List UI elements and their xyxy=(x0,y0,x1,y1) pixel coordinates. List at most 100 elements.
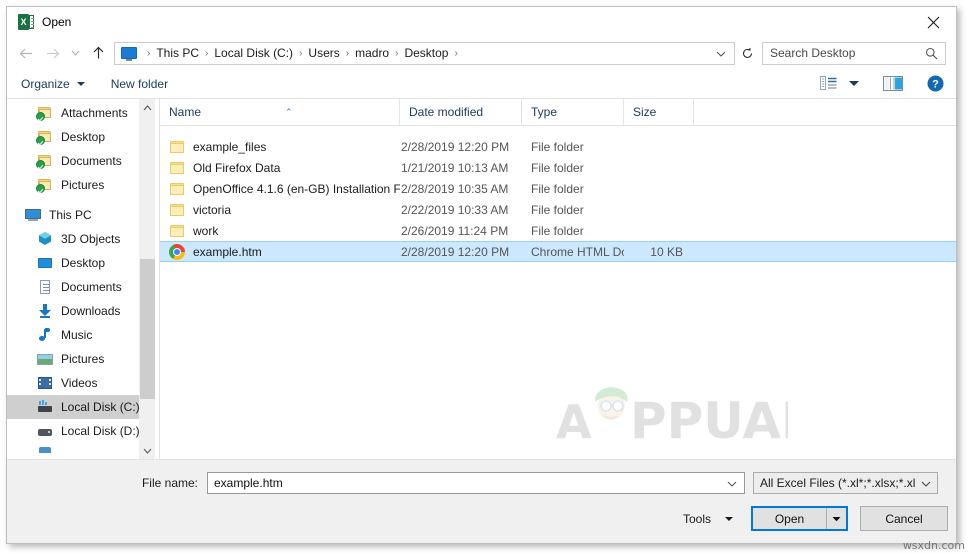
nav-item-pictures-onedrive[interactable]: Pictures xyxy=(7,173,155,197)
nav-item-documents-onedrive[interactable]: Documents xyxy=(7,149,155,173)
breadcrumb-item-users[interactable]: Users xyxy=(307,46,340,60)
appuals-wordmark: PPUALS xyxy=(630,392,788,450)
breadcrumb-separator: › xyxy=(147,47,151,59)
back-arrow-icon[interactable] xyxy=(13,40,39,66)
search-placeholder: Search Desktop xyxy=(770,46,856,60)
dialog-footer: File name: example.htm All Excel Files (… xyxy=(7,460,956,543)
chevron-down-icon[interactable] xyxy=(712,44,734,62)
column-header-type[interactable]: Type xyxy=(522,99,624,125)
navigation-scrollbar[interactable] xyxy=(139,99,155,459)
breadcrumb-separator: › xyxy=(299,47,303,59)
breadcrumb-item-desktop[interactable]: Desktop xyxy=(403,46,449,60)
nav-item-desktop[interactable]: Desktop xyxy=(7,251,155,275)
scrollbar-thumb[interactable] xyxy=(140,259,155,399)
nav-item-label: Desktop xyxy=(61,130,106,144)
3d-objects-icon xyxy=(37,231,53,247)
breadcrumb-item-this-pc[interactable]: This PC xyxy=(155,46,200,60)
file-name-input[interactable]: example.htm xyxy=(207,472,745,494)
search-input[interactable]: Search Desktop xyxy=(762,41,946,65)
nav-item-videos[interactable]: Videos xyxy=(7,371,155,395)
organize-button[interactable]: Organize xyxy=(21,77,85,91)
nav-item-label: 3D Objects xyxy=(61,232,121,246)
sync-folder-icon xyxy=(36,105,53,121)
table-row[interactable]: Old Firefox Data 1/21/2019 10:13 AM File… xyxy=(160,157,956,178)
help-icon[interactable]: ? xyxy=(913,75,946,92)
nav-item-label: Pictures xyxy=(61,178,105,192)
tools-button[interactable]: Tools xyxy=(683,512,733,526)
breadcrumb-item-madro[interactable]: madro xyxy=(354,46,390,60)
table-row[interactable]: example_files 2/28/2019 12:20 PM File fo… xyxy=(160,136,956,157)
pictures-icon xyxy=(37,351,53,367)
sync-folder-icon xyxy=(36,153,53,169)
file-size-cell: 10 KB xyxy=(650,244,683,259)
nav-item-attachments[interactable]: Attachments xyxy=(7,101,155,125)
nav-item-label: Downloads xyxy=(61,304,121,318)
nav-item-label: Documents xyxy=(61,154,122,168)
file-date-cell: 2/22/2019 10:33 AM xyxy=(401,202,509,217)
scroll-up-arrow-icon[interactable] xyxy=(140,99,155,116)
music-icon xyxy=(37,327,53,343)
column-header-size[interactable]: Size xyxy=(624,99,694,125)
network-icon xyxy=(37,447,53,459)
open-dropdown-arrow-icon[interactable] xyxy=(827,508,846,529)
nav-item-label: Local Disk (C:) xyxy=(61,400,140,414)
nav-item-label: Pictures xyxy=(61,352,105,366)
nav-item-downloads[interactable]: Downloads xyxy=(7,299,155,323)
documents-icon xyxy=(37,279,53,295)
file-date-cell: 2/28/2019 12:20 PM xyxy=(401,139,510,154)
folder-icon xyxy=(169,139,185,155)
file-name-cell: example_files xyxy=(160,139,400,155)
file-name-label: File name: xyxy=(141,476,198,490)
file-date-cell: 2/26/2019 11:24 PM xyxy=(401,223,509,238)
appuals-watermark: A PPUALS xyxy=(556,382,849,457)
table-row-selected[interactable]: example.htm 2/28/2019 12:20 PM Chrome HT… xyxy=(160,241,956,262)
site-watermark: wsxdn.com xyxy=(902,539,965,552)
scroll-down-arrow-icon[interactable] xyxy=(140,442,155,459)
refresh-icon[interactable] xyxy=(735,42,759,65)
change-view-button[interactable] xyxy=(816,76,841,91)
file-type-cell: File folder xyxy=(531,160,584,175)
file-name-text: example_files xyxy=(193,139,267,154)
nav-item-local-disk-d[interactable]: Local Disk (D:) xyxy=(7,419,155,443)
breadcrumb-item-local-disk-c[interactable]: Local Disk (C:) xyxy=(213,46,294,60)
nav-item-this-pc[interactable]: This PC xyxy=(7,203,155,227)
column-header-name[interactable]: Name ⌃ xyxy=(160,99,400,125)
column-header-date-modified[interactable]: Date modified xyxy=(400,99,522,125)
nav-item-desktop-onedrive[interactable]: Desktop xyxy=(7,125,155,149)
nav-item-documents[interactable]: Documents xyxy=(7,275,155,299)
table-row[interactable]: OpenOffice 4.1.6 (en-GB) Installation Fi… xyxy=(160,178,956,199)
nav-item-label: Documents xyxy=(61,280,122,294)
forward-arrow-icon[interactable] xyxy=(39,40,65,66)
preview-pane-button[interactable] xyxy=(873,76,913,91)
close-button[interactable] xyxy=(910,7,956,37)
open-split-button[interactable]: Open xyxy=(751,506,848,531)
file-type-cell: File folder xyxy=(531,202,584,217)
cancel-button[interactable]: Cancel xyxy=(860,506,948,531)
recent-locations-icon[interactable] xyxy=(65,40,85,66)
open-file-dialog: X Open › This PC › Local Disk (C:) › Use xyxy=(6,6,957,544)
file-name-text: example.htm xyxy=(193,244,262,259)
up-arrow-icon[interactable] xyxy=(85,40,111,66)
file-name-text: Old Firefox Data xyxy=(193,160,281,175)
local-disk-c-icon xyxy=(37,399,53,415)
view-chevron-down-icon[interactable] xyxy=(849,81,859,86)
chevron-down-icon[interactable] xyxy=(720,476,744,490)
nav-item-partial[interactable] xyxy=(7,443,155,459)
nav-item-label: Music xyxy=(61,328,93,342)
file-type-filter-dropdown[interactable]: All Excel Files (*.xl*;*.xlsx;*.xlsm; xyxy=(753,472,938,494)
open-button[interactable]: Open xyxy=(753,508,827,529)
nav-item-label: This PC xyxy=(49,208,92,222)
nav-item-music[interactable]: Music xyxy=(7,323,155,347)
nav-item-local-disk-c[interactable]: Local Disk (C:) xyxy=(7,395,155,419)
column-header-label: Type xyxy=(531,105,558,119)
nav-item-pictures[interactable]: Pictures xyxy=(7,347,155,371)
file-name-value: example.htm xyxy=(214,476,283,490)
table-row[interactable]: work 2/26/2019 11:24 PM File folder xyxy=(160,220,956,241)
address-bar[interactable]: › This PC › Local Disk (C:) › Users › ma… xyxy=(114,41,735,65)
table-row[interactable]: victoria 2/22/2019 10:33 AM File folder xyxy=(160,199,956,220)
svg-text:A: A xyxy=(556,395,593,449)
file-name-cell: example.htm xyxy=(160,243,400,260)
nav-item-3d-objects[interactable]: 3D Objects xyxy=(7,227,155,251)
new-folder-button[interactable]: New folder xyxy=(111,77,168,91)
file-name-text: work xyxy=(193,223,219,238)
